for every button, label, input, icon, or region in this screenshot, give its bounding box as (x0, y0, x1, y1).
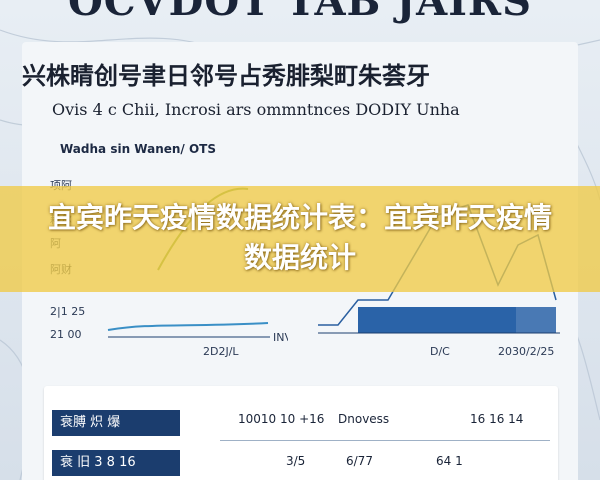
table-row-label: 衰膊 炽 爆 (52, 410, 180, 436)
right-chart-x-label: D/C (430, 345, 450, 358)
top-title: OCVDOT TAB JAIRS (67, 0, 533, 25)
header-line-2: Ovis 4 c Chii, Incrosi ars ommntnces DOD… (52, 100, 460, 119)
header-line-1: 兴株睛创号聿日邻号占秀腓梨町朱荟牙 (22, 61, 430, 90)
left-chart-y-label: 2|1 25 (50, 305, 85, 318)
left-chart-x-label: 2D2J/L (203, 345, 239, 358)
table-divider (220, 440, 550, 441)
stage: OCVDOT TAB JAIRS 兴株睛创号聿日邻号占秀腓梨町朱荟牙 Ovis … (0, 0, 600, 480)
right-chart-x-label: 2030/2/25 (498, 345, 554, 358)
table-header: 10010 10 +16 (238, 412, 325, 426)
left-chart-x-label-right: INV (273, 331, 288, 344)
left-chart-y-label: 21 00 (50, 328, 82, 341)
table-cell: 64 1 (436, 454, 463, 468)
table-row-label: 衰 旧 3 8 16 (52, 450, 180, 476)
table-cell: 3/5 (286, 454, 306, 468)
left-chart-series-line (107, 322, 269, 331)
table-cell: 6/77 (346, 454, 373, 468)
caption-text: 宜宾昨天疫情数据统计表：宜宾昨天疫情数据统计 (47, 201, 552, 274)
header-line-3: Wadha sin Wanen/ OTS (60, 142, 217, 156)
table-header: Dnovess (338, 412, 390, 426)
right-chart-bar (358, 307, 516, 333)
table-header: 16 16 14 (470, 412, 524, 426)
right-chart-bar (516, 307, 556, 333)
